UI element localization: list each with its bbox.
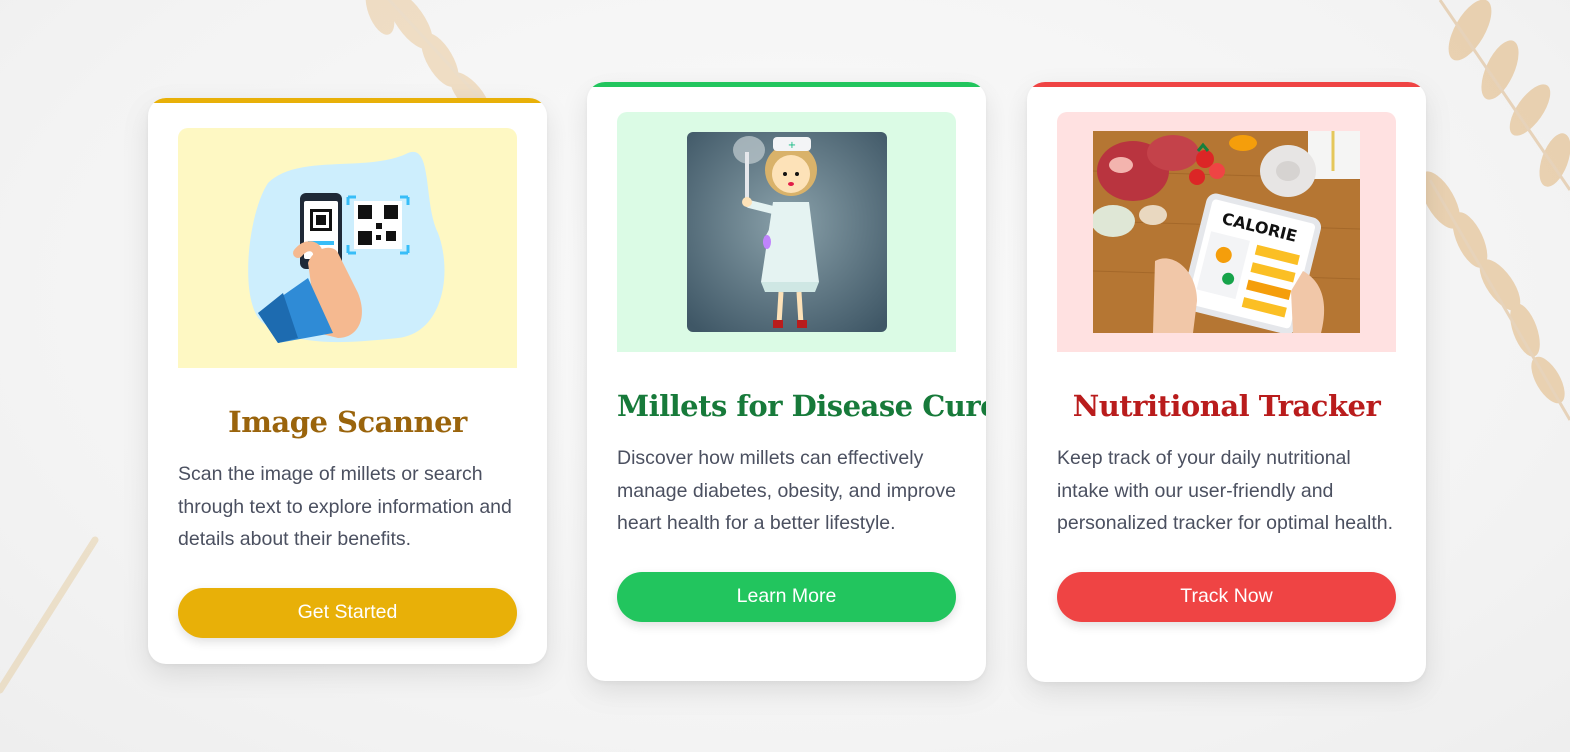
card-millets-disease-cure: + Millets for Disease Cure Discover how … [587,82,986,681]
learn-more-button[interactable]: Learn More [617,571,956,622]
card-title: Millets for Disease Cure [617,389,986,423]
card-description: Scan the image of millets or search thro… [178,463,512,550]
card-millets-media: + [617,112,956,352]
card-image-scanner: Image Scanner Scan the image of millets … [148,98,547,664]
card-image-scanner-media [178,128,517,368]
calorie-tracker-photo-icon: CALORIE [1093,131,1360,333]
card-title: Image Scanner [228,405,467,439]
card-description: Keep track of your daily nutritional int… [1057,447,1394,534]
card-tracker-media: CALORIE [1057,112,1396,352]
qr-scanner-illustration-icon [247,151,445,343]
nurse-illustration-icon: + [686,132,887,332]
card-description: Discover how millets can effectively man… [617,447,956,534]
card-title: Nutritional Tracker [1072,389,1381,423]
track-now-button[interactable]: Track Now [1057,571,1396,622]
get-started-button[interactable]: Get Started [178,587,517,638]
page-background: Image Scanner Scan the image of millets … [0,0,1570,752]
card-nutritional-tracker: CALORIE Nutritional Tracker Keep track o… [1027,82,1426,682]
svg-text:+: + [787,140,795,151]
